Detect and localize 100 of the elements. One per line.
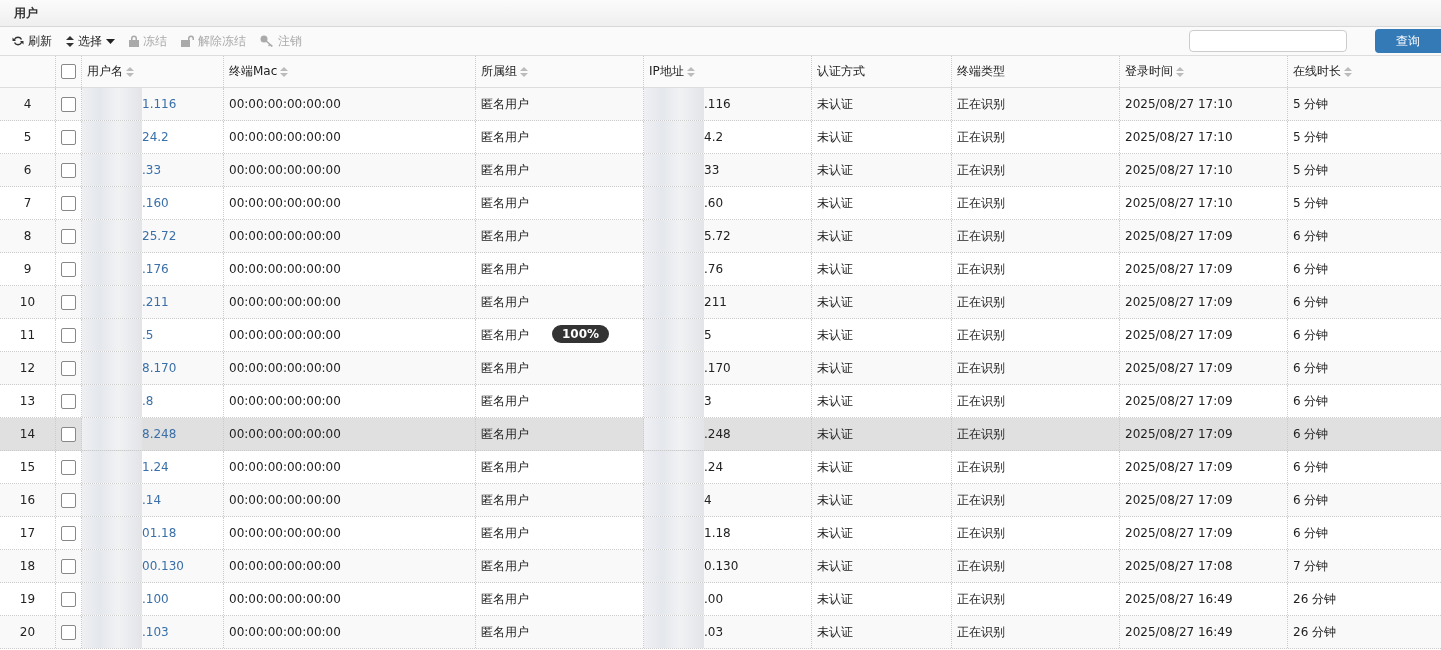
table-row[interactable]: 12 8.170 00:00:00:00:00:00 匿名用户 .170 未认证 正在识别 2025/08/27 17:09 6 分钟 <box>0 352 1441 385</box>
table-row[interactable]: 7 .160 00:00:00:00:00:00 匿名用户 .60 未认证 正在识别 2025/08/27 17:10 5 分钟 <box>0 187 1441 220</box>
redacted-blur <box>82 616 142 648</box>
table-cell: 匿名用户 <box>481 491 529 509</box>
table-cell: 26 分钟 <box>1293 623 1337 641</box>
table-cell: 匿名用户 <box>481 194 529 212</box>
sort-icon[interactable] <box>1344 66 1352 77</box>
table-cell: 正在识别 <box>957 359 1005 377</box>
username-link[interactable]: .160 <box>142 196 169 210</box>
column-header[interactable]: 认证方式 <box>811 56 951 87</box>
redacted-blur <box>82 319 142 351</box>
redacted-blur <box>82 187 142 219</box>
table-cell: 00:00:00:00:00:00 <box>229 493 341 507</box>
column-header[interactable]: IP地址 <box>643 56 811 87</box>
username-link[interactable]: .14 <box>142 493 162 507</box>
username-link[interactable]: 1.116 <box>142 97 177 111</box>
redacted-blur <box>82 220 142 252</box>
row-checkbox[interactable] <box>61 327 76 343</box>
row-checkbox[interactable] <box>61 96 76 112</box>
row-checkbox[interactable] <box>61 525 76 541</box>
table-row[interactable]: 4 1.116 00:00:00:00:00:00 匿名用户 .116 未认证 正在识别 2025/08/27 17:10 5 分钟 <box>0 88 1441 121</box>
table-row[interactable]: 6 .33 00:00:00:00:00:00 匿名用户 33 未认证 正在识别 2025/08/27 17:10 5 分钟 <box>0 154 1441 187</box>
table-row[interactable]: 13 .8 00:00:00:00:00:00 匿名用户 3 未认证 正在识别 2025/08/27 17:09 6 分钟 <box>0 385 1441 418</box>
column-header[interactable]: 终端类型 <box>951 56 1119 87</box>
row-checkbox[interactable] <box>61 129 76 145</box>
username-link[interactable]: 00.130 <box>142 559 184 573</box>
row-checkbox[interactable] <box>61 492 76 508</box>
table-cell: .03 <box>704 625 724 639</box>
sort-icon[interactable] <box>126 66 134 77</box>
row-checkbox[interactable] <box>61 624 76 640</box>
column-header[interactable]: 所属组 <box>475 56 643 87</box>
row-checkbox[interactable] <box>61 360 76 376</box>
redacted-blur <box>644 517 704 549</box>
row-number: 17 <box>19 526 36 540</box>
table-row[interactable]: 18 00.130 00:00:00:00:00:00 匿名用户 0.130 未认证 正在识别 2025/08/27 17:08 7 分钟 <box>0 550 1441 583</box>
table-row[interactable]: 20 .103 00:00:00:00:00:00 匿名用户 .03 未认证 正在识别 2025/08/27 16:49 26 分钟 <box>0 616 1441 649</box>
query-button[interactable]: 查询 <box>1375 29 1441 53</box>
username-link[interactable]: .103 <box>142 625 169 639</box>
search-field[interactable] <box>1189 30 1347 52</box>
row-checkbox[interactable] <box>61 261 76 277</box>
table-cell: 5 分钟 <box>1293 194 1329 212</box>
table-cell: 00:00:00:00:00:00 <box>229 229 341 243</box>
table-row[interactable]: 10 .211 00:00:00:00:00:00 匿名用户 211 未认证 正在识别 2025/08/27 17:09 6 分钟 <box>0 286 1441 319</box>
toolbar-button[interactable]: 选择 <box>66 32 115 50</box>
table-cell: 正在识别 <box>957 95 1005 113</box>
username-link[interactable]: .100 <box>142 592 169 606</box>
row-checkbox[interactable] <box>61 195 76 211</box>
redacted-blur <box>82 121 142 153</box>
table-row[interactable]: 14 8.248 00:00:00:00:00:00 匿名用户 .248 未认证 正在识别 2025/08/27 17:09 6 分钟 <box>0 418 1441 451</box>
row-number: 4 <box>23 97 32 111</box>
username-link[interactable]: 01.18 <box>142 526 177 540</box>
username-link[interactable]: 8.170 <box>142 361 177 375</box>
table-row[interactable]: 19 .100 00:00:00:00:00:00 匿名用户 .00 未认证 正在识别 2025/08/27 16:49 26 分钟 <box>0 583 1441 616</box>
username-link[interactable]: 8.248 <box>142 427 177 441</box>
select-all-checkbox[interactable] <box>61 64 76 79</box>
column-header[interactable]: 在线时长 <box>1287 56 1441 87</box>
username-link[interactable]: 25.72 <box>142 229 177 243</box>
row-number: 14 <box>19 427 36 441</box>
sort-icon[interactable] <box>520 66 528 77</box>
table-cell: 6 分钟 <box>1293 392 1329 410</box>
table-cell: 匿名用户 <box>481 359 529 377</box>
row-checkbox[interactable] <box>61 162 76 178</box>
column-header[interactable]: 用户名 <box>81 56 223 87</box>
table-row[interactable]: 16 .14 00:00:00:00:00:00 匿名用户 4 未认证 正在识别 2025/08/27 17:09 6 分钟 <box>0 484 1441 517</box>
row-checkbox[interactable] <box>61 393 76 409</box>
table-cell: 00:00:00:00:00:00 <box>229 460 341 474</box>
row-checkbox[interactable] <box>61 228 76 244</box>
row-checkbox[interactable] <box>61 426 76 442</box>
row-checkbox[interactable] <box>61 459 76 475</box>
table-row[interactable]: 15 1.24 00:00:00:00:00:00 匿名用户 .24 未认证 正在识别 2025/08/27 17:09 6 分钟 <box>0 451 1441 484</box>
username-link[interactable]: .5 <box>142 328 154 342</box>
username-link[interactable]: .176 <box>142 262 169 276</box>
redacted-blur <box>644 385 704 417</box>
table-cell: 匿名用户 <box>481 326 529 344</box>
sort-icon[interactable] <box>280 66 289 77</box>
row-checkbox[interactable] <box>61 558 76 574</box>
column-header[interactable]: 终端Mac <box>223 56 475 87</box>
table-row[interactable]: 9 .176 00:00:00:00:00:00 匿名用户 .76 未认证 正在识别 2025/08/27 17:09 6 分钟 <box>0 253 1441 286</box>
table-row[interactable]: 17 01.18 00:00:00:00:00:00 匿名用户 1.18 未认证 正在识别 2025/08/27 17:09 6 分钟 <box>0 517 1441 550</box>
table-cell: 正在识别 <box>957 623 1005 641</box>
column-header[interactable]: 登录时间 <box>1119 56 1287 87</box>
row-checkbox[interactable] <box>61 591 76 607</box>
row-checkbox[interactable] <box>61 294 76 310</box>
username-link[interactable]: .33 <box>142 163 162 177</box>
toolbar-button[interactable]: 刷新 <box>12 32 52 50</box>
sort-icon[interactable] <box>1176 66 1184 77</box>
sort-icon[interactable] <box>686 66 695 77</box>
row-number: 9 <box>23 262 32 276</box>
username-link[interactable]: 1.24 <box>142 460 169 474</box>
row-number: 5 <box>23 130 32 144</box>
table-row[interactable]: 8 25.72 00:00:00:00:00:00 匿名用户 5.72 未认证 正在识别 2025/08/27 17:09 6 分钟 <box>0 220 1441 253</box>
table-cell: 正在识别 <box>957 491 1005 509</box>
table-cell: 6 分钟 <box>1293 491 1329 509</box>
table-row[interactable]: 5 24.2 00:00:00:00:00:00 匿名用户 4.2 未认证 正在识别 2025/08/27 17:10 5 分钟 <box>0 121 1441 154</box>
username-link[interactable]: .8 <box>142 394 154 408</box>
lock-icon <box>129 35 139 47</box>
username-link[interactable]: .211 <box>142 295 169 309</box>
table-cell: 5 分钟 <box>1293 128 1329 146</box>
table-cell: 2025/08/27 17:09 <box>1125 394 1233 408</box>
username-link[interactable]: 24.2 <box>142 130 169 144</box>
